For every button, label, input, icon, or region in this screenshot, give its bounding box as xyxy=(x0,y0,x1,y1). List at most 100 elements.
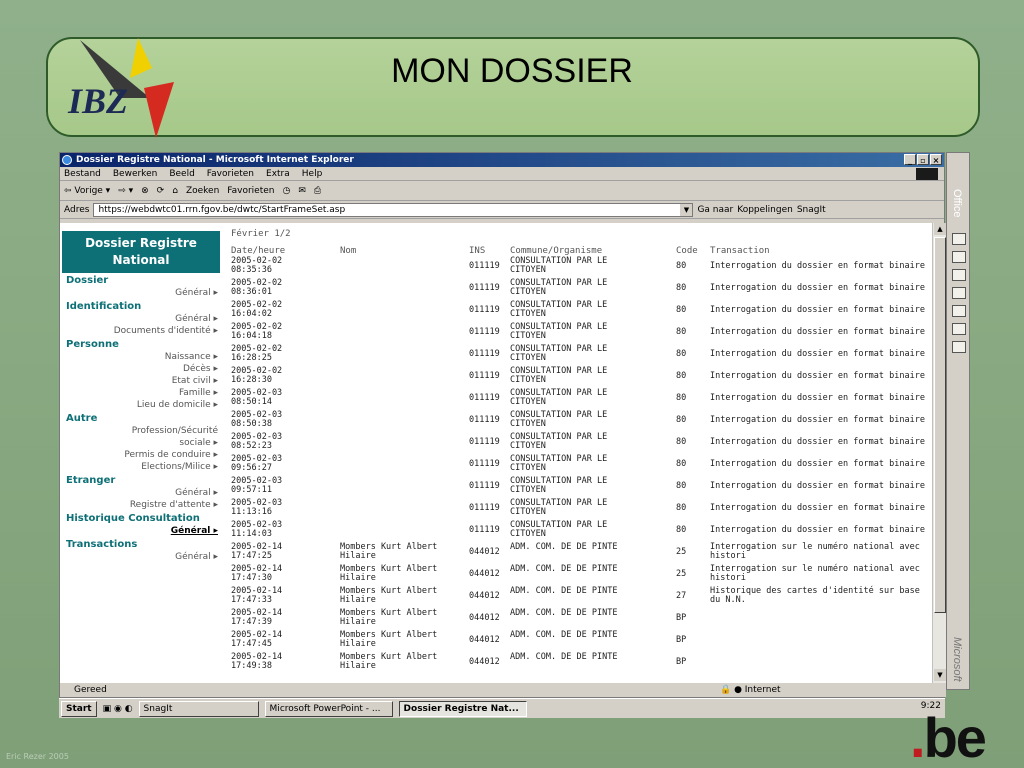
cell-time: 16:28:30 xyxy=(231,375,272,385)
mail-icon[interactable]: ✉ xyxy=(298,186,306,196)
menu-help[interactable]: Help xyxy=(302,167,323,180)
sidebar-section-1[interactable]: Identification xyxy=(62,301,220,313)
cell-time: 11:13:16 xyxy=(231,507,272,517)
sidebar-section-5[interactable]: Historique Consultation xyxy=(62,513,220,525)
sidebar-item[interactable]: Décès ▸ xyxy=(62,363,220,375)
slide-title: MON DOSSIER xyxy=(391,52,633,90)
menu-bestand[interactable]: Bestand xyxy=(64,167,101,180)
history-icon[interactable]: ◷ xyxy=(283,186,291,196)
cell-trans1: Interrogation du dossier en format binai… xyxy=(710,283,925,293)
table-row: 2005-02-14 17:47:39 Mombers Kurt Albert Hil… xyxy=(227,609,927,631)
cell-time: 17:47:39 xyxy=(231,617,272,627)
office-app-icon[interactable] xyxy=(952,269,966,281)
quicklaunch-icons[interactable]: ▣ ◉ ◐ xyxy=(103,704,133,714)
cell-time: 17:47:25 xyxy=(231,551,272,561)
windows-logo-icon xyxy=(916,168,938,180)
cell-ins: 011119 xyxy=(469,525,500,535)
cell-trans1: Interrogation du dossier en format binai… xyxy=(710,261,925,271)
cell-time: 08:35:36 xyxy=(231,265,272,275)
sidebar-item[interactable]: sociale ▸ xyxy=(62,437,220,449)
cell-trans2: histori xyxy=(710,573,746,583)
sidebar-item[interactable]: Permis de conduire ▸ xyxy=(62,449,220,461)
minimize-button[interactable]: _ xyxy=(904,154,916,165)
home-icon[interactable]: ⌂ xyxy=(172,186,178,196)
scroll-down-icon[interactable]: ▼ xyxy=(934,669,946,681)
cell-org1: ADM. COM. DE DE PINTE xyxy=(510,630,618,640)
favorites-button[interactable]: Favorieten xyxy=(227,186,274,196)
table-row: 2005-02-14 17:47:45 Mombers Kurt Albert Hil… xyxy=(227,631,927,653)
sidebar-item[interactable]: Documents d'identité ▸ xyxy=(62,325,220,337)
office-app-icon[interactable] xyxy=(952,251,966,263)
office-app-icon[interactable] xyxy=(952,233,966,245)
menu-bewerken[interactable]: Bewerken xyxy=(113,167,157,180)
address-dropdown-icon[interactable]: ▼ xyxy=(680,203,693,216)
sidebar-item[interactable]: Elections/Milice ▸ xyxy=(62,461,220,473)
table-row: 2005-02-03 09:56:27 011119 CONSULTATION PAR… xyxy=(227,455,927,477)
vertical-scrollbar[interactable]: ▲ ▼ xyxy=(932,223,946,683)
cell-ins: 044012 xyxy=(469,635,500,645)
go-button[interactable]: Ga naar xyxy=(697,205,733,215)
taskbar-dossier[interactable]: Dossier Registre Nat... xyxy=(398,700,527,717)
sidebar-section-6[interactable]: Transactions xyxy=(62,539,220,551)
cell-time: 09:57:11 xyxy=(231,485,272,495)
sidebar-item[interactable]: Registre d'attente ▸ xyxy=(62,499,220,511)
cell-org2: CITOYEN xyxy=(510,353,546,363)
sidebar-item[interactable]: Général ▸ xyxy=(62,551,220,563)
office-app-icon[interactable] xyxy=(952,341,966,353)
cell-code: 80 xyxy=(676,393,687,403)
taskbar-snagit[interactable]: SnagIt xyxy=(138,700,259,717)
forward-button[interactable]: ⇨ ▾ xyxy=(118,186,133,196)
cell-org2: CITOYEN xyxy=(510,529,546,539)
sidebar-item[interactable]: Lieu de domicile ▸ xyxy=(62,399,220,411)
office-app-icon[interactable] xyxy=(952,305,966,317)
cell-trans1: Interrogation du dossier en format binai… xyxy=(710,349,925,359)
taskbar-powerpoint[interactable]: Microsoft PowerPoint - ... xyxy=(264,700,393,717)
sidebar-item[interactable]: Général ▸ xyxy=(62,525,220,537)
search-button[interactable]: Zoeken xyxy=(186,186,219,196)
cell-time: 17:47:45 xyxy=(231,639,272,649)
zone-label: Internet xyxy=(744,685,781,695)
table-row: 2005-02-02 16:28:25 011119 CONSULTATION PAR… xyxy=(227,345,927,367)
table-row: 2005-02-02 08:35:36 011119 CONSULTATION PAR… xyxy=(227,257,927,279)
table-row: 2005-02-14 17:47:30 Mombers Kurt Albert Hil… xyxy=(227,565,927,587)
back-button[interactable]: ⇦ Vorige ▾ xyxy=(64,186,110,196)
sidebar-section-2[interactable]: Personne xyxy=(62,339,220,351)
scroll-thumb[interactable] xyxy=(934,237,946,613)
cell-code: 80 xyxy=(676,459,687,469)
sidebar-item[interactable]: Etat civil ▸ xyxy=(62,375,220,387)
table-row: 2005-02-02 16:28:30 011119 CONSULTATION PAR… xyxy=(227,367,927,389)
start-button[interactable]: Start xyxy=(61,700,97,717)
cell-code: 80 xyxy=(676,371,687,381)
menu-bar: Bestand Bewerken Beeld Favorieten Extra … xyxy=(60,167,944,181)
snagit-button[interactable]: SnagIt xyxy=(797,205,826,215)
refresh-icon[interactable]: ⟳ xyxy=(157,186,165,196)
maximize-button[interactable]: ▫ xyxy=(917,154,929,165)
menu-extra[interactable]: Extra xyxy=(266,167,290,180)
sidebar-item[interactable]: Général ▸ xyxy=(62,287,220,299)
sidebar-item[interactable]: Famille ▸ xyxy=(62,387,220,399)
close-button[interactable]: × xyxy=(930,154,942,165)
cell-org2: CITOYEN xyxy=(510,397,546,407)
address-input[interactable]: https://webdwtc01.rrn.fgov.be/dwtc/Start… xyxy=(93,202,694,217)
stop-icon[interactable]: ⊗ xyxy=(141,186,149,196)
links-button[interactable]: Koppelingen xyxy=(737,205,793,215)
office-app-icon[interactable] xyxy=(952,287,966,299)
header-nom: Nom xyxy=(340,246,357,256)
ie-icon xyxy=(62,155,72,165)
sidebar-item[interactable]: Général ▸ xyxy=(62,487,220,499)
cell-ins: 011119 xyxy=(469,459,500,469)
scroll-up-icon[interactable]: ▲ xyxy=(934,223,946,235)
menu-favorieten[interactable]: Favorieten xyxy=(207,167,254,180)
sidebar-item[interactable]: Général ▸ xyxy=(62,313,220,325)
sidebar-item[interactable]: Profession/Sécurité xyxy=(62,425,220,437)
office-app-icon[interactable] xyxy=(952,323,966,335)
print-icon[interactable]: ⎙ xyxy=(314,186,321,196)
sidebar-item[interactable]: Naissance ▸ xyxy=(62,351,220,363)
sidebar-section-3[interactable]: Autre xyxy=(62,413,220,425)
sidebar-section-4[interactable]: Etranger xyxy=(62,475,220,487)
cell-org2: CITOYEN xyxy=(510,419,546,429)
cell-trans1: Interrogation du dossier en format binai… xyxy=(710,371,925,381)
cell-code: BP xyxy=(676,657,687,667)
sidebar-section-0[interactable]: Dossier xyxy=(62,275,220,287)
menu-beeld[interactable]: Beeld xyxy=(169,167,194,180)
